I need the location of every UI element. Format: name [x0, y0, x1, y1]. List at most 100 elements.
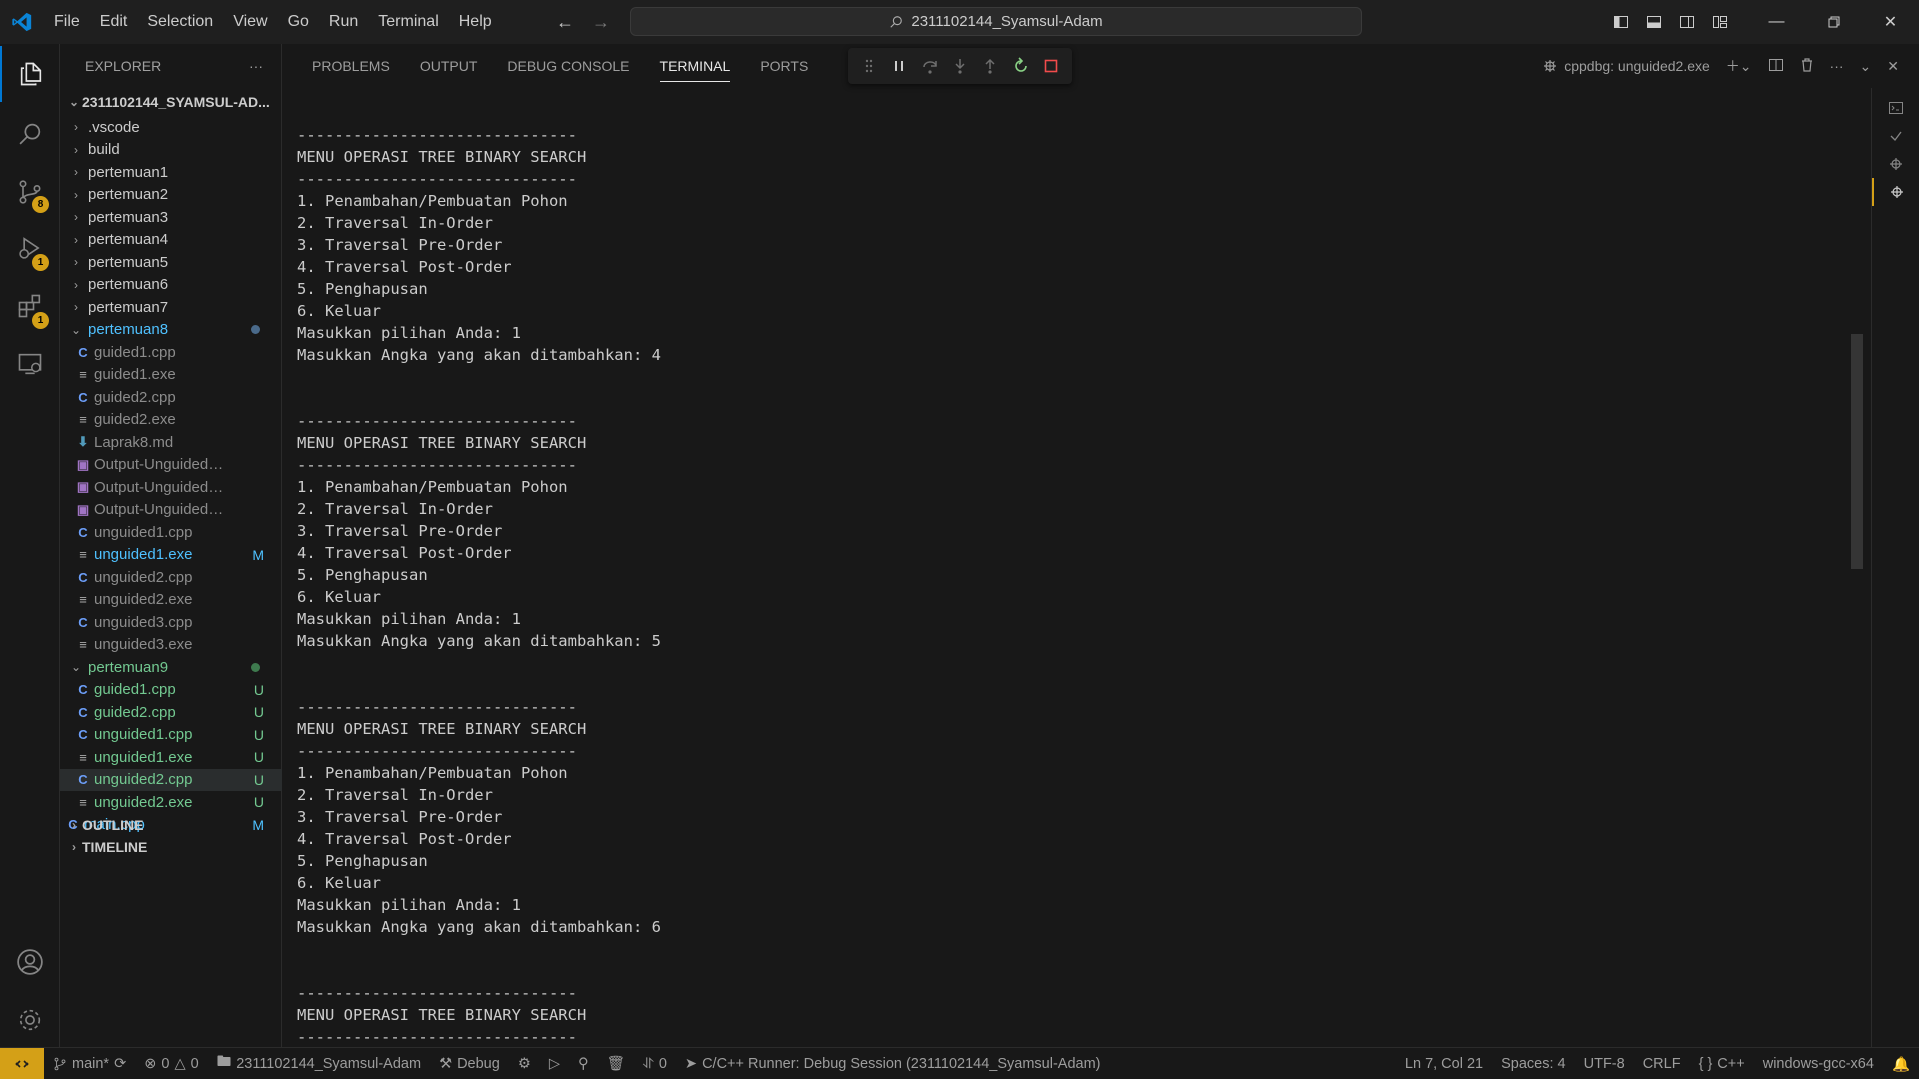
folder--vscode[interactable]: › .vscode [60, 116, 282, 139]
file-unguided2-cpp[interactable]: Cunguided2.cpp U [60, 768, 282, 791]
tab-output[interactable]: OUTPUT [405, 44, 493, 88]
terminal-scrollbar[interactable] [1851, 334, 1863, 569]
terminal-debug-active-icon[interactable] [1872, 178, 1919, 206]
cursor-position[interactable]: Ln 7, Col 21 [1396, 1048, 1492, 1079]
tab-terminal[interactable]: TERMINAL [645, 44, 746, 88]
maximize-panel-icon[interactable]: ⌄ [1860, 58, 1872, 75]
file-guided2-cpp[interactable]: Cguided2.cpp U [60, 701, 282, 724]
terminal-session-selector[interactable]: cppdbg: unguided2.exe [1542, 58, 1710, 74]
toggle-panel-icon[interactable] [1637, 0, 1670, 44]
file-unguided3-exe[interactable]: ≡ unguided3.exe [60, 634, 282, 657]
go-forward-icon[interactable]: → [592, 12, 610, 33]
folder-pertemuan9[interactable]: ⌄ pertemuan9 [60, 656, 282, 679]
file-unguided1-exe[interactable]: ≡ unguided1.exe U [60, 746, 282, 769]
file-unguided1-cpp[interactable]: Cunguided1.cpp U [60, 724, 282, 747]
remote-explorer-icon[interactable] [0, 336, 60, 392]
extensions-icon[interactable]: 1 [0, 278, 60, 334]
file-guided1-cpp[interactable]: Cguided1.cpp U [60, 679, 282, 702]
menu-file[interactable]: File [44, 0, 90, 44]
terminal-shell-icon[interactable] [1872, 94, 1919, 122]
step-into-icon[interactable] [948, 54, 972, 78]
new-terminal-icon[interactable]: ＋⌄ [1726, 56, 1752, 76]
file-unguided2-cpp[interactable]: Cunguided2.cpp [60, 566, 282, 589]
remote-indicator-icon[interactable] [0, 1047, 44, 1079]
end-of-line[interactable]: CRLF [1634, 1048, 1690, 1079]
split-terminal-icon[interactable] [1768, 57, 1784, 76]
debug-bug-status-icon[interactable]: ⚲ [569, 1048, 598, 1079]
indentation[interactable]: Spaces: 4 [1492, 1048, 1575, 1079]
language-mode[interactable]: { } C++ [1690, 1048, 1754, 1079]
manage-gear-icon[interactable] [0, 992, 60, 1048]
compiler-config[interactable]: windows-gcc-x64 [1754, 1048, 1883, 1079]
git-branch[interactable]: main* ⟳ [44, 1048, 135, 1079]
file-unguided2-exe[interactable]: ≡ unguided2.exe [60, 589, 282, 612]
folder-build[interactable]: › build [60, 139, 282, 162]
folder-pertemuan8[interactable]: ⌄ pertemuan8 [60, 319, 282, 342]
go-back-icon[interactable]: ← [556, 12, 574, 33]
debug-mode-indicator[interactable]: ⚒ Debug [430, 1048, 509, 1079]
close-panel-icon[interactable]: ✕ [1887, 58, 1899, 75]
file-unguided1-cpp[interactable]: Cunguided1.cpp [60, 521, 282, 544]
clean-trash-icon[interactable]: 🗑 [598, 1048, 634, 1079]
file-unguided1-exe[interactable]: ≡ unguided1.exe M [60, 544, 282, 567]
file-guided2-exe[interactable]: ≡ guided2.exe [60, 409, 282, 432]
menu-run[interactable]: Run [319, 0, 368, 44]
file-output-unguided-3[interactable]: ▣ Output-Unguided-3... [60, 499, 282, 522]
file-encoding[interactable]: UTF-8 [1575, 1048, 1634, 1079]
stop-icon[interactable] [1039, 54, 1063, 78]
problems-indicator[interactable]: ⊗ 0 △ 0 [135, 1048, 207, 1079]
folder-pertemuan2[interactable]: › pertemuan2 [60, 184, 282, 207]
minimize-button[interactable]: — [1748, 0, 1805, 44]
menu-edit[interactable]: Edit [90, 0, 138, 44]
sync-icon[interactable]: ⟳ [114, 1056, 126, 1072]
run-and-debug-icon[interactable]: 1 [0, 220, 60, 276]
menu-selection[interactable]: Selection [137, 0, 223, 44]
customize-layout-icon[interactable] [1703, 0, 1736, 44]
menu-help[interactable]: Help [449, 0, 502, 44]
restore-button[interactable] [1805, 0, 1862, 44]
file-unguided3-cpp[interactable]: Cunguided3.cpp [60, 611, 282, 634]
search-view-icon[interactable] [0, 106, 60, 162]
drag-handle-icon[interactable] [857, 54, 881, 78]
tab-debug-console[interactable]: DEBUG CONSOLE [492, 44, 644, 88]
notifications-bell-icon[interactable]: 🔔 [1883, 1048, 1919, 1079]
workspace-indicator[interactable]: 🖿 2311102144_Syamsul-Adam [208, 1048, 430, 1079]
folder-pertemuan4[interactable]: › pertemuan4 [60, 229, 282, 252]
folder-pertemuan6[interactable]: › pertemuan6 [60, 274, 282, 297]
ports-indicator[interactable]: ⥯ 0 [634, 1048, 676, 1079]
command-center-search[interactable]: 2311102144_Syamsul-Adam [630, 7, 1362, 36]
terminal-output[interactable]: ------------------------------ MENU OPERA… [297, 102, 1857, 1048]
file-laprak8-md[interactable]: ⬇ Laprak8.md [60, 431, 282, 454]
restart-icon[interactable] [1009, 54, 1033, 78]
folder-pertemuan7[interactable]: › pertemuan7 [60, 296, 282, 319]
terminal-debug-icon[interactable] [1872, 150, 1919, 178]
accounts-icon[interactable] [0, 934, 60, 990]
step-out-icon[interactable] [978, 54, 1002, 78]
settings-gear-icon[interactable]: ⚙ [509, 1048, 540, 1079]
file-output-unguided-2[interactable]: ▣ Output-Unguided-2... [60, 476, 282, 499]
file-guided1-cpp[interactable]: Cguided1.cpp [60, 341, 282, 364]
folder-pertemuan3[interactable]: › pertemuan3 [60, 206, 282, 229]
timeline-section[interactable]: › TIMELINE [60, 833, 282, 861]
file-guided2-cpp[interactable]: Cguided2.cpp [60, 386, 282, 409]
toggle-secondary-sidebar-icon[interactable] [1670, 0, 1703, 44]
tab-ports[interactable]: PORTS [745, 44, 823, 88]
menu-terminal[interactable]: Terminal [368, 0, 448, 44]
tab-problems[interactable]: PROBLEMS [297, 44, 405, 88]
folder-pertemuan5[interactable]: › pertemuan5 [60, 251, 282, 274]
runner-session[interactable]: ➤ C/C++ Runner: Debug Session (231110214… [676, 1048, 1110, 1079]
folder-pertemuan1[interactable]: › pertemuan1 [60, 161, 282, 184]
explorer-more-actions[interactable]: ··· [249, 58, 263, 74]
explorer-icon[interactable] [0, 46, 60, 102]
close-window-button[interactable]: ✕ [1862, 0, 1919, 44]
more-actions-icon[interactable]: ··· [1830, 58, 1844, 74]
terminal-check-icon[interactable] [1872, 122, 1919, 150]
file-output-unguided-1[interactable]: ▣ Output-Unguided-1... [60, 454, 282, 477]
pause-icon[interactable] [887, 54, 911, 78]
workspace-root-folder[interactable]: ⌄ 2311102144_SYAMSUL-AD... [60, 88, 281, 116]
source-control-icon[interactable]: 8 [0, 164, 60, 220]
menu-go[interactable]: Go [278, 0, 319, 44]
toggle-primary-sidebar-icon[interactable] [1604, 0, 1637, 44]
step-over-icon[interactable] [918, 54, 942, 78]
run-play-icon[interactable]: ▷ [540, 1048, 569, 1079]
